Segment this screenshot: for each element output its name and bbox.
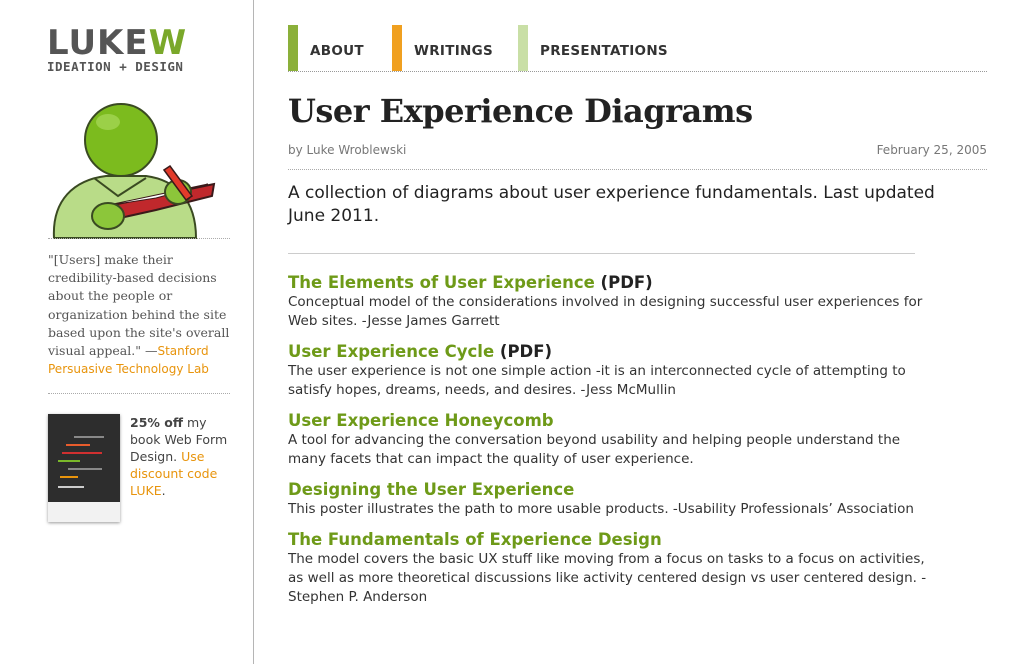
item-description: A tool for advancing the conversation be… xyxy=(288,432,901,467)
list-item: User Experience Cycle (PDF) The user exp… xyxy=(288,341,928,400)
nav-tab-label: WRITINGS xyxy=(414,43,494,59)
book-cover-image[interactable] xyxy=(48,414,120,522)
item-title-link[interactable]: Designing the User Experience xyxy=(288,480,574,499)
tab-color-bar xyxy=(392,25,402,71)
item-description: The user experience is not one simple ac… xyxy=(288,363,906,398)
quote-text: "[Users] make their credibility-based de… xyxy=(48,252,230,359)
logo-tagline: IDEATION + DESIGN xyxy=(47,59,184,74)
publish-date: February 25, 2005 xyxy=(876,143,987,157)
item-description: This poster illustrates the path to more… xyxy=(288,501,914,517)
pdf-label: (PDF) xyxy=(494,342,553,361)
tab-color-bar xyxy=(288,25,298,71)
page-title: User Experience Diagrams xyxy=(288,92,753,130)
sidebar: LUKEW IDEATION + DESIGN "[Users] make th… xyxy=(0,0,254,664)
list-item: The Fundamentals of Experience Design Th… xyxy=(288,529,928,607)
book-promo: 25% off my book Web Form Design. Use dis… xyxy=(48,393,230,522)
item-title-link[interactable]: The Fundamentals of Experience Design xyxy=(288,530,662,549)
pdf-label: (PDF) xyxy=(594,273,653,292)
item-description: Conceptual model of the considerations i… xyxy=(288,294,923,329)
divider xyxy=(288,253,915,254)
list-item: Designing the User Experience This poste… xyxy=(288,479,928,519)
tab-color-bar xyxy=(518,25,528,71)
logo-wordmark: LUKEW xyxy=(47,23,188,63)
testimonial-quote: "[Users] make their credibility-based de… xyxy=(48,238,230,378)
list-item: The Elements of User Experience (PDF) Co… xyxy=(288,272,928,331)
reading-mascot-illustration xyxy=(52,103,216,239)
item-title-link[interactable]: User Experience Honeycomb xyxy=(288,411,554,430)
discount-label: 25% off xyxy=(130,415,183,430)
item-description: The model covers the basic UX stuff like… xyxy=(288,551,927,605)
article-byline: by Luke Wroblewski February 25, 2005 xyxy=(288,143,987,170)
book-promo-text: 25% off my book Web Form Design. Use dis… xyxy=(130,415,228,498)
main-navigation: ABOUT WRITINGS PRESENTATIONS xyxy=(288,25,987,72)
item-title-link[interactable]: The Elements of User Experience xyxy=(288,273,595,292)
nav-tab-label: PRESENTATIONS xyxy=(540,43,668,59)
list-item: User Experience Honeycomb A tool for adv… xyxy=(288,410,928,469)
item-title-link[interactable]: User Experience Cycle xyxy=(288,342,494,361)
author-name: by Luke Wroblewski xyxy=(288,143,407,157)
article-intro: A collection of diagrams about user expe… xyxy=(288,183,935,226)
diagram-list: The Elements of User Experience (PDF) Co… xyxy=(288,272,928,617)
nav-tab-label: ABOUT xyxy=(310,43,364,59)
site-logo[interactable]: LUKEW IDEATION + DESIGN xyxy=(47,23,188,74)
